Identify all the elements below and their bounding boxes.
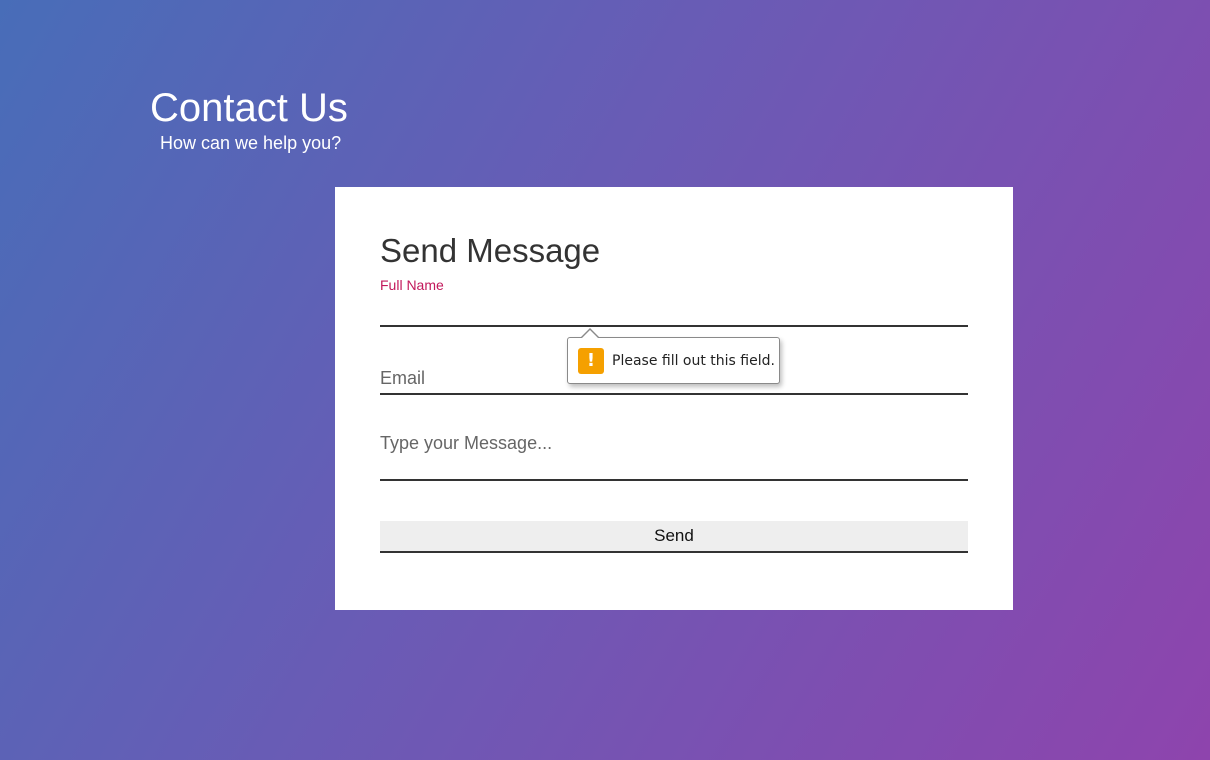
page-subtitle: How can we help you?	[160, 133, 342, 153]
message-field-wrapper	[380, 431, 968, 481]
page-title: Contact Us	[150, 86, 348, 130]
validation-tooltip-text: Please fill out this field.	[612, 353, 775, 369]
full-name-input[interactable]	[380, 297, 968, 325]
full-name-label: Full Name	[380, 277, 444, 293]
contact-form-card: Send Message Full Name Send	[335, 187, 1013, 610]
form-title: Send Message	[380, 232, 601, 269]
full-name-field-wrapper	[380, 297, 968, 327]
warning-icon: !	[578, 348, 604, 374]
validation-tooltip: ! Please fill out this field.	[567, 328, 780, 384]
message-textarea[interactable]	[380, 431, 968, 479]
send-button[interactable]: Send	[380, 521, 968, 553]
